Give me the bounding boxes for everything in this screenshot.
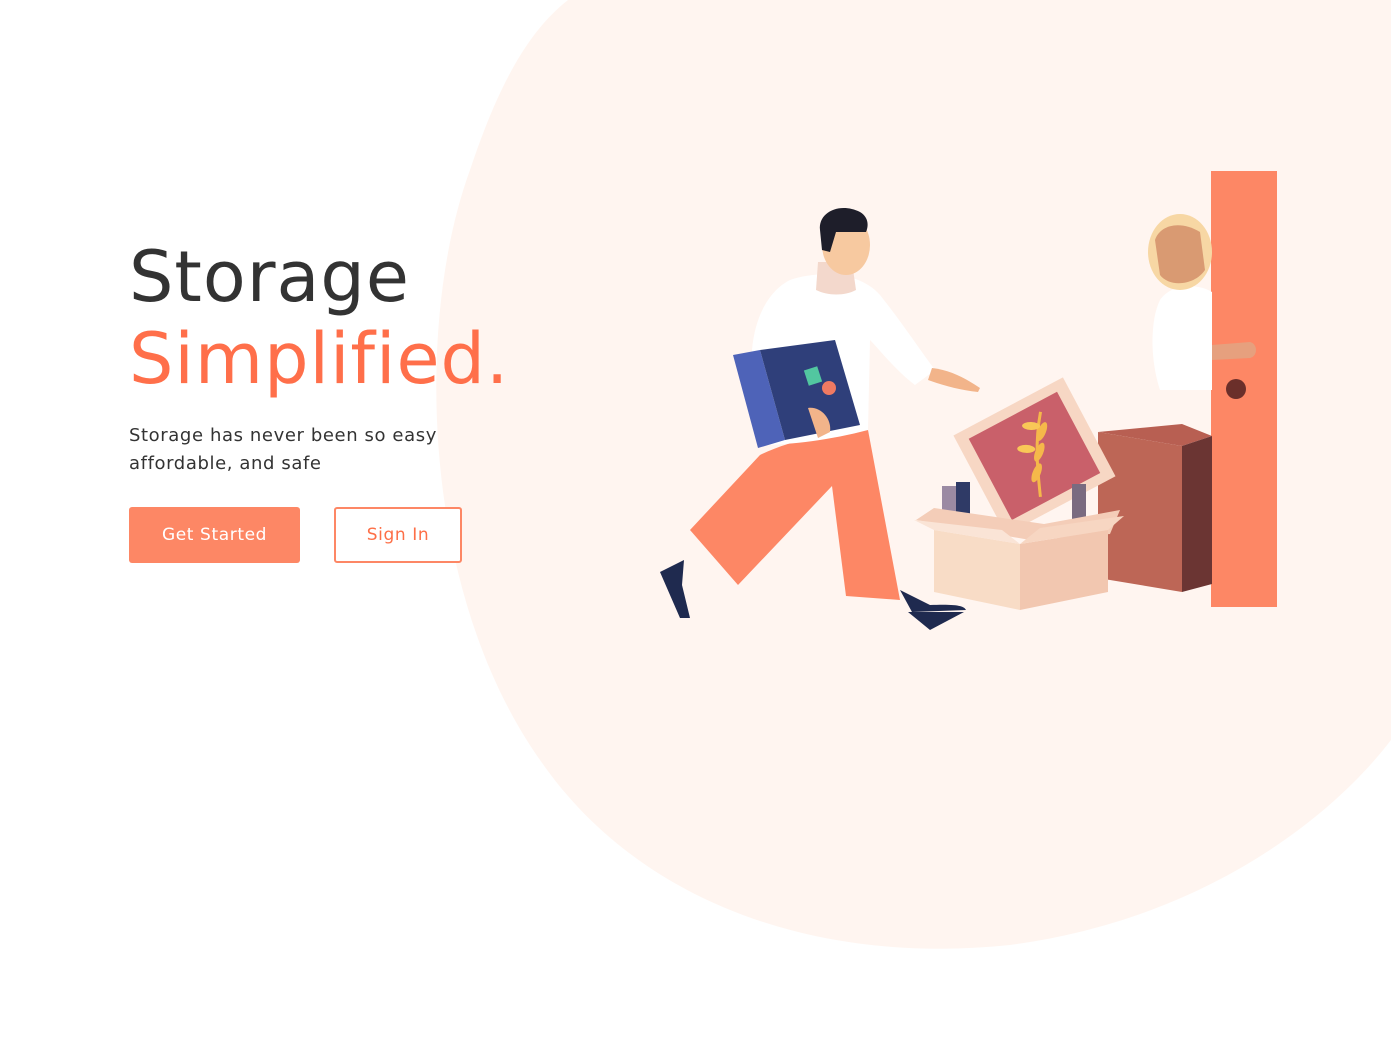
get-started-button[interactable]: Get Started — [129, 507, 300, 563]
hero-subtitle-line2: affordable, and safe — [129, 453, 322, 474]
hero-subtitle-line1: Storage has never been so easy — [129, 425, 437, 446]
landing-page: Storage Simplified. Storage has never be… — [0, 0, 1391, 1042]
hero-section: Storage Simplified. Storage has never be… — [129, 236, 589, 478]
hero-subtitle: Storage has never been so easy affordabl… — [129, 422, 489, 478]
sign-in-button[interactable]: Sign In — [334, 507, 462, 563]
hero-title-line2: Simplified. — [129, 318, 510, 400]
moving-people-illustration — [660, 171, 1277, 630]
hero-title-line1: Storage — [129, 236, 410, 318]
